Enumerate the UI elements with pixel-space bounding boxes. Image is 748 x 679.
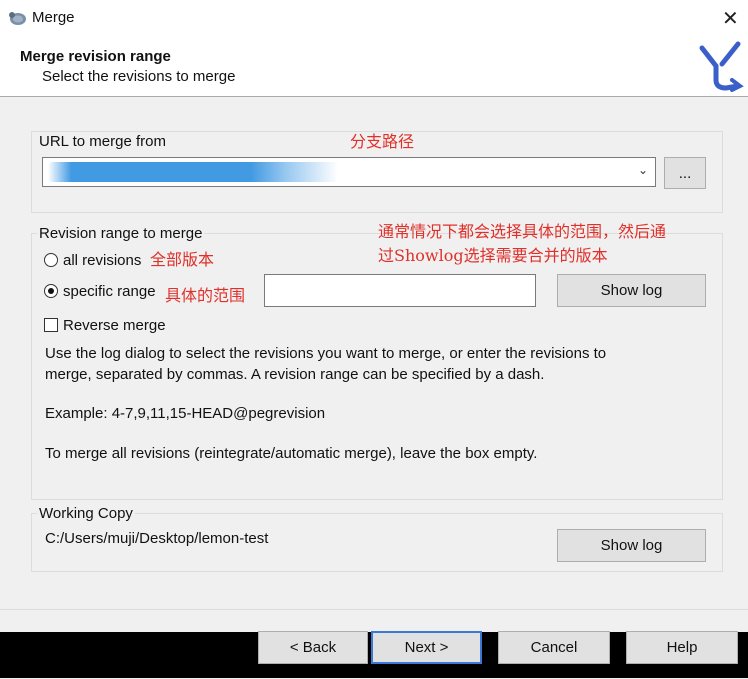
redacted-url: [48, 162, 338, 182]
back-button[interactable]: < Back: [258, 631, 368, 664]
working-copy-path: C:/Users/muji/Desktop/lemon-test: [45, 530, 269, 547]
all-revisions-radio[interactable]: [44, 253, 58, 267]
example-text: Example: 4-7,9,11,15-HEAD@pegrevision: [45, 405, 326, 422]
revision-group-label: Revision range to merge: [37, 225, 205, 242]
window-title: Merge: [32, 9, 75, 26]
annotation-branch-path: 分支路径: [350, 132, 415, 151]
browse-button[interactable]: ...: [664, 157, 706, 189]
chevron-down-icon[interactable]: ⌄: [638, 163, 648, 177]
merge-logo-icon: [699, 41, 744, 92]
wizard-header: [0, 36, 748, 97]
help-button[interactable]: Help: [626, 631, 738, 664]
annotation-hint-line1: 通常情况下都会选择具体的范围，然后通: [378, 222, 667, 241]
next-button[interactable]: Next >: [371, 631, 482, 664]
all-revisions-label[interactable]: all revisions: [63, 252, 141, 269]
annotation-hint-line2: 过Showlog选择需要合并的版本: [378, 246, 608, 265]
working-copy-show-log-button[interactable]: Show log: [557, 529, 706, 562]
show-log-button[interactable]: Show log: [557, 274, 706, 307]
cancel-button[interactable]: Cancel: [498, 631, 610, 664]
title-bar: [0, 0, 748, 36]
specific-range-label[interactable]: specific range: [63, 283, 156, 300]
annotation-specific-range: 具体的范围: [165, 286, 246, 305]
url-group-label: URL to merge from: [37, 133, 168, 150]
page-title: Merge revision range: [20, 48, 171, 65]
working-copy-label: Working Copy: [37, 505, 135, 522]
reverse-merge-label[interactable]: Reverse merge: [63, 317, 166, 334]
tortoise-app-icon: [9, 12, 26, 25]
help-text-line2: merge, separated by commas. A revision r…: [45, 366, 545, 383]
annotation-all-versions: 全部版本: [150, 250, 215, 269]
help-text-line1: Use the log dialog to select the revisio…: [45, 345, 607, 362]
reverse-merge-checkbox[interactable]: [44, 318, 58, 332]
reintegrate-note: To merge all revisions (reintegrate/auto…: [45, 445, 538, 462]
page-subtitle: Select the revisions to merge: [42, 68, 236, 85]
specific-range-radio[interactable]: [44, 284, 58, 298]
close-icon[interactable]: ✕: [722, 6, 739, 31]
revision-range-input[interactable]: [264, 274, 536, 307]
